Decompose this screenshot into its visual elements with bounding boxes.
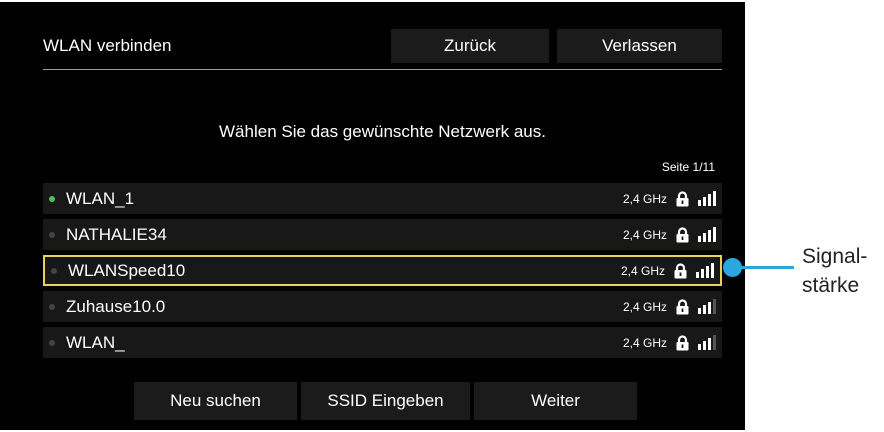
network-band: 2,4 GHz (622, 335, 667, 350)
signal-bar (706, 265, 709, 278)
callout-line (740, 266, 794, 269)
signal-bar (703, 304, 706, 314)
signal-bar (713, 298, 716, 314)
signal-strength-icon (698, 226, 716, 242)
signal-strength-icon (696, 262, 714, 278)
signal-bar (708, 337, 711, 350)
signal-bar (711, 262, 714, 278)
status-dot (51, 267, 57, 274)
network-list: WLAN_1 2,4 GHz NATHALIE34 2,4 GHz WLANSpeed1… (43, 183, 722, 363)
network-meta: 2,4 GHz (622, 334, 716, 351)
callout-dot (723, 258, 742, 277)
signal-bar (698, 199, 701, 206)
signal-bar (708, 193, 711, 206)
device-screen: WLAN verbinden Zurück Verlassen Wählen S… (0, 2, 745, 430)
signal-strength-icon (698, 190, 716, 206)
signal-bar (708, 229, 711, 242)
next-button[interactable]: Weiter (474, 382, 637, 420)
status-dot (49, 303, 55, 310)
network-band: 2,4 GHz (622, 227, 667, 242)
network-meta: 2,4 GHz (620, 262, 714, 279)
network-meta: 2,4 GHz (622, 226, 716, 243)
header-divider (43, 69, 722, 70)
network-band: 2,4 GHz (622, 299, 667, 314)
network-row[interactable]: WLANSpeed10 2,4 GHz (43, 255, 722, 286)
signal-strength-callout: Signal- stärke (802, 242, 867, 300)
signal-bar (713, 334, 716, 350)
status-dot (49, 195, 55, 202)
status-dot (49, 339, 55, 346)
page-indicator: Seite 1/11 (661, 160, 715, 174)
signal-bar (701, 268, 704, 278)
signal-bar (713, 190, 716, 206)
network-ssid: WLANSpeed10 (68, 260, 186, 280)
network-row[interactable]: NATHALIE34 2,4 GHz (43, 219, 722, 250)
signal-bar (703, 196, 706, 206)
network-row[interactable]: Zuhause10.0 2,4 GHz (43, 291, 722, 322)
network-meta: 2,4 GHz (622, 190, 716, 207)
callout-line-1: Signal- (802, 245, 868, 268)
network-row[interactable]: WLAN_ 2,4 GHz (43, 327, 722, 358)
page-title: WLAN verbinden (43, 36, 172, 55)
network-ssid: WLAN_ (66, 332, 125, 352)
rescan-button[interactable]: Neu suchen (134, 382, 297, 420)
network-ssid: Zuhause10.0 (66, 296, 166, 316)
enter-ssid-button[interactable]: SSID Eingeben (301, 382, 470, 420)
network-meta: 2,4 GHz (622, 298, 716, 315)
lock-icon (675, 190, 690, 207)
signal-bar (713, 226, 716, 242)
lock-icon (675, 298, 690, 315)
network-ssid: NATHALIE34 (66, 224, 167, 244)
network-row[interactable]: WLAN_1 2,4 GHz (43, 183, 722, 214)
signal-bar (708, 301, 711, 314)
signal-strength-icon (698, 298, 716, 314)
lock-icon (675, 226, 690, 243)
network-band: 2,4 GHz (620, 263, 665, 278)
callout-line-2: stärke (802, 274, 860, 297)
signal-bar (696, 271, 699, 278)
status-dot (49, 231, 55, 238)
lock-icon (673, 262, 688, 279)
network-band: 2,4 GHz (622, 191, 667, 206)
signal-bar (698, 343, 701, 350)
network-ssid: WLAN_1 (66, 188, 135, 208)
signal-bar (698, 235, 701, 242)
signal-bar (703, 232, 706, 242)
back-button[interactable]: Zurück (391, 29, 549, 63)
signal-bar (703, 340, 706, 350)
signal-strength-icon (698, 334, 716, 350)
exit-button[interactable]: Verlassen (557, 29, 722, 63)
signal-bar (698, 307, 701, 314)
instruction-text: Wählen Sie das gewünschte Netzwerk aus. (219, 122, 546, 141)
lock-icon (675, 334, 690, 351)
